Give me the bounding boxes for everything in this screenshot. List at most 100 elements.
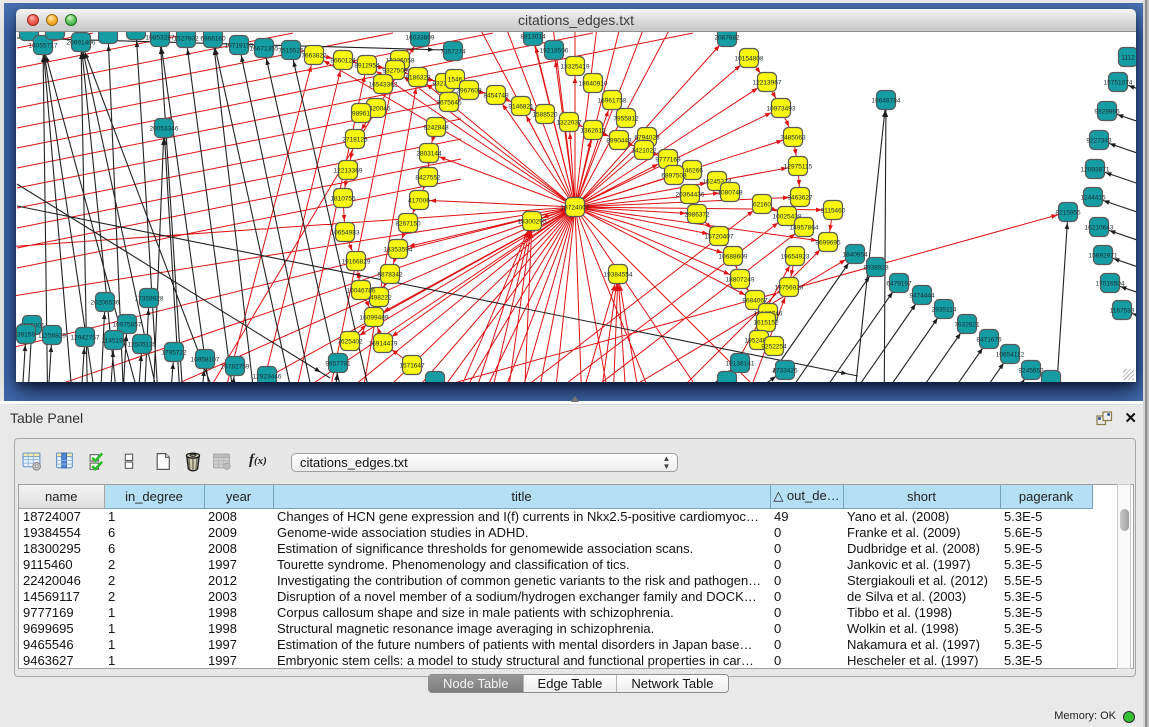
svg-text:17359928: 17359928 xyxy=(135,296,164,303)
svg-text:9699695: 9699695 xyxy=(815,240,841,247)
svg-text:9245652: 9245652 xyxy=(1018,368,1044,375)
svg-text:16671355: 16671355 xyxy=(250,46,279,53)
svg-text:6897508: 6897508 xyxy=(661,173,687,180)
svg-text:9242848: 9242848 xyxy=(423,125,449,132)
svg-text:1588520: 1588520 xyxy=(532,112,558,119)
svg-text:8938928: 8938928 xyxy=(863,265,889,272)
svg-text:8912954: 8912954 xyxy=(354,63,380,70)
svg-text:1571647: 1571647 xyxy=(399,363,425,370)
svg-text:9227343: 9227343 xyxy=(1086,138,1112,145)
svg-text:1244415: 1244415 xyxy=(1080,195,1106,202)
svg-text:19384554: 19384554 xyxy=(604,272,633,279)
svg-text:18300295: 18300295 xyxy=(518,219,547,226)
svg-text:7485063: 7485063 xyxy=(780,135,806,142)
svg-text:417006: 417006 xyxy=(408,198,430,205)
svg-text:16033809: 16033809 xyxy=(406,35,435,42)
svg-text:11156829: 11156829 xyxy=(38,333,66,340)
svg-text:7357274: 7357274 xyxy=(440,49,466,56)
svg-text:17016504: 17016504 xyxy=(1096,281,1125,288)
svg-text:18640910: 18640910 xyxy=(579,81,608,88)
svg-text:16961758: 16961758 xyxy=(598,98,627,105)
svg-text:12213369: 12213369 xyxy=(334,168,363,175)
svg-text:1080748: 1080748 xyxy=(717,190,743,197)
svg-text:9252254: 9252254 xyxy=(761,344,787,351)
svg-text:2718126: 2718126 xyxy=(342,137,368,144)
svg-text:10154808: 10154808 xyxy=(735,56,764,63)
svg-text:13325419: 13325419 xyxy=(561,64,590,71)
svg-text:7663822: 7663822 xyxy=(301,53,327,60)
svg-text:1527602: 1527602 xyxy=(173,36,199,43)
svg-text:1810755: 1810755 xyxy=(330,196,356,203)
svg-text:1421022: 1421022 xyxy=(631,148,657,155)
svg-text:19654923: 19654923 xyxy=(781,254,810,261)
svg-text:9777169: 9777169 xyxy=(655,157,681,164)
svg-text:98961: 98961 xyxy=(352,111,370,118)
svg-text:15692971: 15692971 xyxy=(1089,253,1118,260)
svg-text:16210643: 16210643 xyxy=(1085,225,1114,232)
svg-text:9474444: 9474444 xyxy=(909,293,935,300)
svg-text:1615152: 1615152 xyxy=(753,320,779,327)
svg-text:10975857: 10975857 xyxy=(113,322,142,329)
svg-text:9115460: 9115460 xyxy=(821,208,846,215)
svg-text:10853287: 10853287 xyxy=(146,35,175,42)
svg-text:8471676: 8471676 xyxy=(976,337,1002,344)
svg-text:12093871: 12093871 xyxy=(1081,167,1110,174)
svg-text:2803144: 2803144 xyxy=(416,151,442,158)
svg-text:9146821: 9146821 xyxy=(508,104,534,111)
svg-text:14957864: 14957864 xyxy=(790,225,819,232)
svg-text:16099489: 16099489 xyxy=(360,315,389,322)
svg-text:8990443: 8990443 xyxy=(606,138,632,145)
svg-text:39159: 39159 xyxy=(17,332,35,339)
svg-text:1733426: 1733426 xyxy=(772,368,798,375)
svg-text:20206536: 20206536 xyxy=(91,300,120,307)
svg-text:1795722: 1795722 xyxy=(161,350,187,357)
svg-text:10958107: 10958107 xyxy=(191,357,220,364)
svg-text:3675645: 3675645 xyxy=(436,100,462,107)
svg-text:19218506: 19218506 xyxy=(540,48,569,55)
svg-text:15751074: 15751074 xyxy=(1104,80,1133,87)
svg-text:18807249: 18807249 xyxy=(726,277,755,284)
svg-text:5878342: 5878342 xyxy=(377,272,403,279)
svg-text:9463627: 9463627 xyxy=(787,195,813,202)
svg-text:2935114: 2935114 xyxy=(932,307,957,314)
svg-text:13353594: 13353594 xyxy=(384,247,413,254)
svg-text:20364436: 20364436 xyxy=(676,192,705,199)
svg-text:12975115: 12975115 xyxy=(784,164,813,171)
svg-text:10973493: 10973493 xyxy=(767,106,796,113)
svg-text:7632621: 7632621 xyxy=(954,322,980,329)
svg-text:8454749: 8454749 xyxy=(483,93,509,100)
svg-text:14055717: 14055717 xyxy=(29,43,58,50)
svg-text:16782759: 16782759 xyxy=(221,364,250,371)
svg-text:9857791: 9857791 xyxy=(325,361,351,368)
svg-text:2986372: 2986372 xyxy=(684,212,710,219)
svg-text:1322037: 1322037 xyxy=(556,120,582,127)
svg-text:10648784: 10648784 xyxy=(872,98,901,105)
svg-text:10654112: 10654112 xyxy=(996,352,1025,359)
svg-text:9327505: 9327505 xyxy=(382,68,408,75)
svg-text:1145194: 1145194 xyxy=(102,338,127,345)
svg-text:1167533: 1167533 xyxy=(1110,308,1135,315)
svg-text:8427552: 8427552 xyxy=(415,175,441,182)
svg-text:12942757: 12942757 xyxy=(71,335,100,342)
svg-text:16914479: 16914479 xyxy=(369,341,398,348)
svg-text:9660124: 9660124 xyxy=(330,58,356,65)
svg-text:8813014: 8813014 xyxy=(520,34,546,41)
svg-text:16136141: 16136141 xyxy=(726,361,755,368)
svg-text:62160: 62160 xyxy=(753,202,771,209)
svg-text:2967608: 2967608 xyxy=(456,88,482,95)
svg-text:19166829: 19166829 xyxy=(342,259,371,266)
svg-text:7955812: 7955812 xyxy=(613,116,639,123)
svg-text:19756928: 19756928 xyxy=(775,285,804,292)
svg-text:12213967: 12213967 xyxy=(753,80,782,87)
svg-text:1112: 1112 xyxy=(1121,55,1135,62)
svg-text:20691406: 20691406 xyxy=(67,40,96,47)
svg-text:18724007: 18724007 xyxy=(561,205,590,212)
svg-text:15720407: 15720407 xyxy=(705,234,734,241)
svg-text:10688609: 10688609 xyxy=(719,254,748,261)
svg-text:12505135: 12505135 xyxy=(128,342,157,349)
svg-text:1640954: 1640954 xyxy=(842,252,868,259)
svg-text:1362615: 1362615 xyxy=(580,128,606,135)
svg-text:7625402: 7625402 xyxy=(337,339,363,346)
svg-text:12923446: 12923446 xyxy=(253,374,282,381)
svg-text:8215955: 8215955 xyxy=(1055,210,1081,217)
